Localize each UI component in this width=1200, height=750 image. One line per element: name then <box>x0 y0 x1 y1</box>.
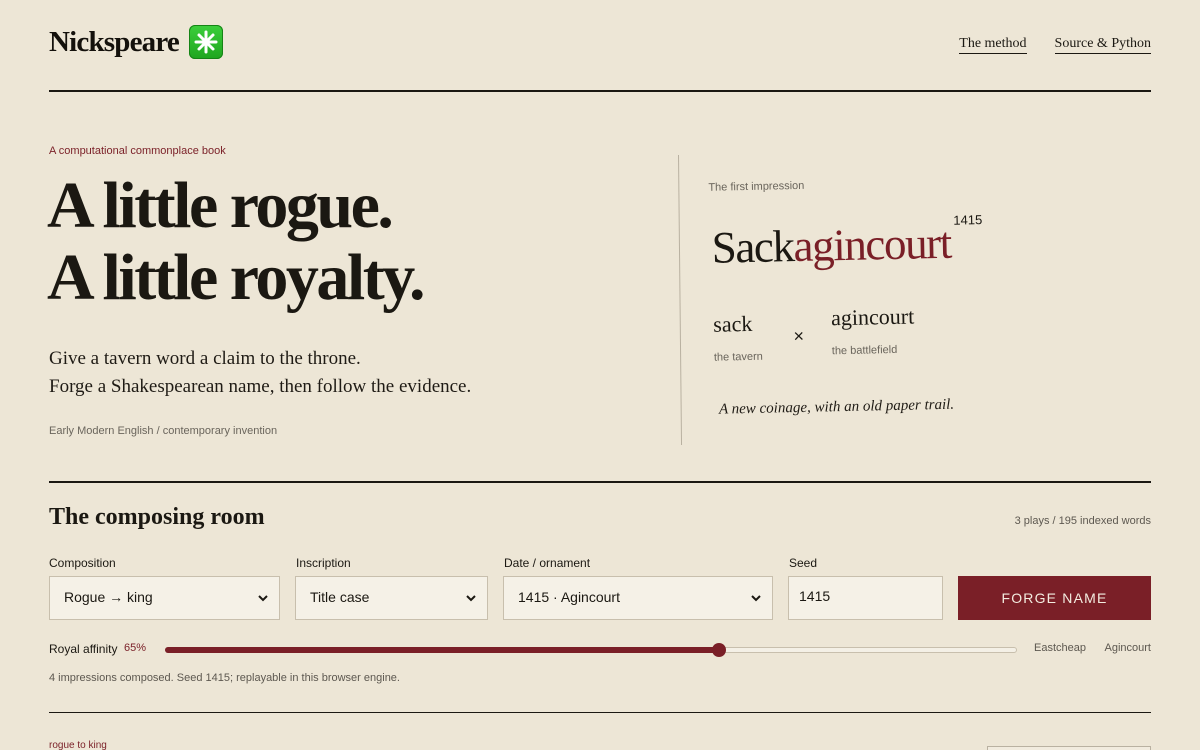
composition-label: Composition <box>49 556 116 570</box>
hero-eyebrow: A computational commonplace book <box>49 145 226 157</box>
corpus-stats: 3 plays / 195 indexed words <box>1014 515 1151 527</box>
impression-label: The first impression <box>708 179 805 194</box>
source-word-a: sack the tavern <box>713 311 763 364</box>
date-value: 1415 · Agincourt <box>518 589 620 605</box>
coined-name: Sackagincourt 1415 <box>711 212 983 274</box>
composition-value: Rogue → king <box>64 589 153 605</box>
section-divider <box>49 481 1151 483</box>
times-icon: × <box>793 325 805 347</box>
word-a: sack <box>712 310 753 337</box>
seed-label: Seed <box>789 556 818 570</box>
affinity-value: 65% <box>124 642 147 654</box>
coined-name-year: 1415 <box>953 212 983 228</box>
section-title: The composing room <box>49 504 265 530</box>
chevron-down-icon <box>258 595 268 602</box>
results-divider <box>49 712 1151 713</box>
royal-affinity-slider: Royal affinity 65% Eastcheap Agincourt <box>49 640 1151 660</box>
hero-meta: Early Modern English / contemporary inve… <box>49 425 278 437</box>
gloss-b: the battlefield <box>831 343 898 358</box>
nav-link-source[interactable]: Source & Python <box>1054 36 1151 54</box>
main-nav: The method Source & Python <box>959 36 1151 54</box>
impression-tagline: A new coinage, with an old paper trail. <box>718 396 955 418</box>
site-header: Nickspeare The method Source & Python <box>49 24 1151 64</box>
affinity-thumb[interactable] <box>711 643 726 657</box>
first-impression-card: The first impression Sackagincourt 1415 s… <box>700 161 1157 440</box>
lede-line-2: Forge a Shakespearean name, then follow … <box>49 376 472 397</box>
hero-headline: A little rogue. A little royalty. <box>47 169 426 314</box>
affinity-max-label: Agincourt <box>1104 642 1151 654</box>
composition-select[interactable]: Rogue → king <box>49 576 280 620</box>
coined-name-part-b: agincourt <box>792 217 952 272</box>
headline-line-1: A little rogue. <box>47 169 394 242</box>
header-divider <box>49 90 1151 92</box>
chevron-down-icon <box>751 595 761 602</box>
affinity-min-label: Eastcheap <box>1034 642 1086 654</box>
entry-control[interactable] <box>987 746 1151 750</box>
date-select[interactable]: 1415 · Agincourt <box>503 576 773 620</box>
coined-name-part-a: Sack <box>711 221 795 273</box>
affinity-track[interactable] <box>165 643 1017 657</box>
inscription-select[interactable]: Title case <box>295 576 488 620</box>
affinity-label: Royal affinity <box>49 642 118 656</box>
hero-lede: Give a tavern word a claim to the throne… <box>49 345 471 401</box>
source-word-b: agincourt the battlefield <box>831 304 915 358</box>
seed-input[interactable]: 1415 <box>788 576 943 620</box>
word-b: agincourt <box>830 303 915 331</box>
inscription-value: Title case <box>310 589 370 605</box>
hero-vertical-divider <box>678 154 683 445</box>
nav-link-method[interactable]: The method <box>959 36 1027 54</box>
status-message: 4 impressions composed. Seed 1415; repla… <box>49 672 400 684</box>
headline-line-2: A little royalty. <box>47 241 426 314</box>
forge-name-button[interactable]: FORGE NAME <box>958 576 1151 620</box>
gloss-a: the tavern <box>713 350 763 364</box>
inscription-label: Inscription <box>296 556 351 570</box>
affinity-fill <box>165 647 718 653</box>
date-label: Date / ornament <box>504 556 591 570</box>
entry-tag: rogue to king <box>49 740 107 750</box>
lede-line-1: Give a tavern word a claim to the throne… <box>49 348 361 369</box>
chevron-down-icon <box>466 595 476 602</box>
eight-spoked-asterisk-icon <box>189 25 223 59</box>
brand-wordmark[interactable]: Nickspeare <box>49 26 180 59</box>
